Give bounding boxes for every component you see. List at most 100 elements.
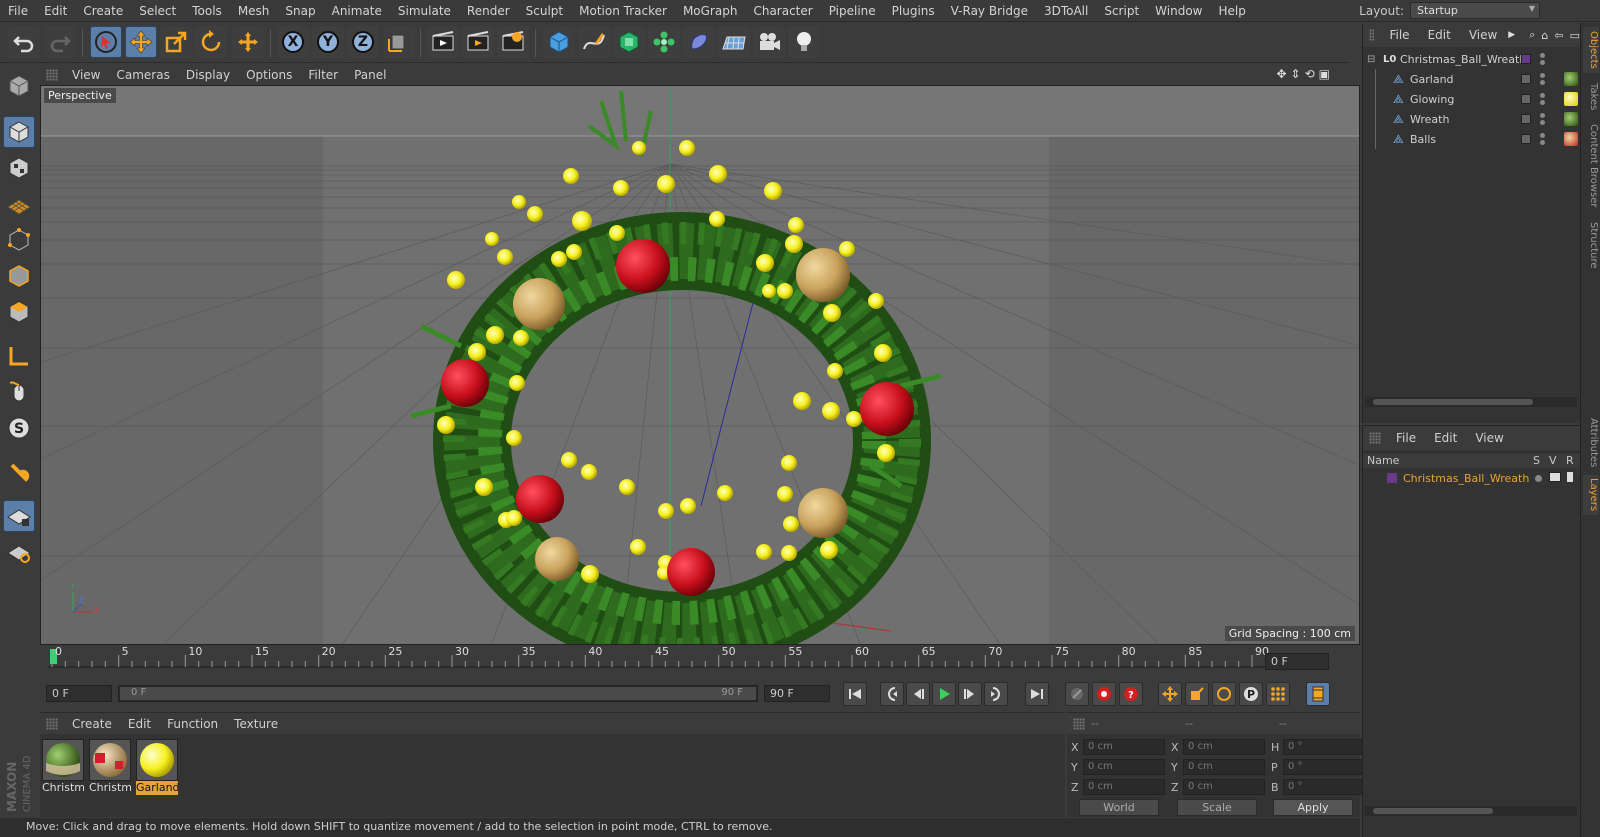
cube-primitive-icon[interactable] xyxy=(543,26,575,58)
menu-script[interactable]: Script xyxy=(1096,4,1147,18)
menu-sculpt[interactable]: Sculpt xyxy=(518,4,571,18)
position-x-field[interactable]: 0 cm xyxy=(1083,739,1165,755)
next-frame-icon[interactable] xyxy=(958,682,982,706)
editor-visibility-dot[interactable] xyxy=(1540,133,1545,138)
render-picture-viewer-icon[interactable] xyxy=(462,26,494,58)
material-swatch-selected[interactable]: Garland xyxy=(136,739,178,795)
menu-animate[interactable]: Animate xyxy=(324,4,390,18)
viewport-menu-options[interactable]: Options xyxy=(238,68,300,82)
record-active-objects-icon[interactable] xyxy=(1092,682,1116,706)
apply-button[interactable]: Apply xyxy=(1273,799,1353,816)
key-parameter-icon[interactable]: P xyxy=(1239,682,1263,706)
tab-takes[interactable]: Takes xyxy=(1583,79,1599,115)
render-visibility-dot[interactable] xyxy=(1540,80,1545,85)
layer-render-toggle[interactable] xyxy=(1567,472,1573,482)
tab-objects[interactable]: Objects xyxy=(1583,27,1599,73)
layer-solo-dot[interactable] xyxy=(1535,475,1542,482)
layout-select[interactable]: Startup xyxy=(1410,2,1540,19)
spline-pen-icon[interactable] xyxy=(578,26,610,58)
model-mode-icon[interactable] xyxy=(3,116,35,148)
enable-snap-icon[interactable] xyxy=(3,456,35,488)
editor-visibility-dot[interactable] xyxy=(1540,73,1545,78)
menu-snap[interactable]: Snap xyxy=(277,4,323,18)
deformer-icon[interactable] xyxy=(683,26,715,58)
recent-tool-icon[interactable] xyxy=(232,26,264,58)
tab-content-browser[interactable]: Content Browser xyxy=(1583,121,1599,211)
layer-menu-view[interactable]: View xyxy=(1466,431,1512,445)
object-row-root[interactable]: ⊟ L0 Christmas_Ball_Wreath xyxy=(1363,49,1581,69)
panel-grip-icon[interactable] xyxy=(1369,432,1381,444)
material-tag-icon[interactable] xyxy=(1564,92,1578,106)
edges-mode-icon[interactable] xyxy=(3,260,35,292)
menu-vray-bridge[interactable]: V-Ray Bridge xyxy=(943,4,1036,18)
play-forward-icon[interactable] xyxy=(932,682,956,706)
collapse-icon[interactable]: ⊟ xyxy=(1367,54,1375,65)
layer-checkbox[interactable] xyxy=(1521,94,1531,104)
y-axis-lock[interactable]: Y xyxy=(312,26,344,58)
make-editable-icon[interactable] xyxy=(3,70,35,102)
tab-structure[interactable]: Structure xyxy=(1583,217,1599,273)
timeline-window-icon[interactable] xyxy=(1306,682,1330,706)
layer-view-toggle[interactable] xyxy=(1549,472,1561,482)
menu-plugins[interactable]: Plugins xyxy=(884,4,943,18)
scrollbar-thumb[interactable] xyxy=(1373,399,1533,405)
light-icon[interactable] xyxy=(788,26,820,58)
go-to-start-icon[interactable] xyxy=(843,682,867,706)
locked-workplane-icon[interactable] xyxy=(3,500,35,532)
layer-menu-file[interactable]: File xyxy=(1387,431,1425,445)
3d-viewport[interactable]: Perspective Grid Spacing : 100 cm Y Z X xyxy=(40,85,1360,645)
rotate-view-icon[interactable]: ⟲ xyxy=(1305,67,1315,81)
render-view-icon[interactable] xyxy=(427,26,459,58)
layer-name-column[interactable]: Name xyxy=(1367,454,1399,467)
live-select-icon[interactable] xyxy=(90,26,122,58)
layer-render-column[interactable]: R xyxy=(1566,454,1574,467)
material-menu-edit[interactable]: Edit xyxy=(120,717,159,731)
zoom-view-icon[interactable]: ⇕ xyxy=(1291,67,1301,81)
camera-label[interactable]: Perspective xyxy=(44,88,116,103)
texture-mode-icon[interactable] xyxy=(3,152,35,184)
floor-icon[interactable] xyxy=(718,26,750,58)
object-row-glowing[interactable]: ⟁ Glowing xyxy=(1363,89,1581,109)
redo-icon[interactable] xyxy=(44,26,76,58)
tab-attributes[interactable]: Attributes xyxy=(1583,415,1599,471)
viewport-menu-cameras[interactable]: Cameras xyxy=(108,68,177,82)
search-icon[interactable]: ⌕ xyxy=(1529,28,1535,42)
material-tag-icon[interactable] xyxy=(1564,72,1578,86)
menu-select[interactable]: Select xyxy=(131,4,184,18)
size-z-field[interactable]: 0 cm xyxy=(1183,779,1265,795)
tab-layers[interactable]: Layers xyxy=(1583,475,1599,515)
viewport-menu-display[interactable]: Display xyxy=(178,68,238,82)
menu-motion-tracker[interactable]: Motion Tracker xyxy=(571,4,675,18)
previous-frame-icon[interactable] xyxy=(906,682,930,706)
menu-simulate[interactable]: Simulate xyxy=(390,4,459,18)
new-window-icon[interactable]: ▭ xyxy=(1570,29,1580,42)
key-scale-icon[interactable] xyxy=(1185,682,1209,706)
render-visibility-dot[interactable] xyxy=(1540,140,1545,145)
scale-icon[interactable] xyxy=(160,26,192,58)
object-menu-edit[interactable]: Edit xyxy=(1419,28,1460,42)
move-icon[interactable] xyxy=(125,26,157,58)
size-y-field[interactable]: 0 cm xyxy=(1183,759,1265,775)
material-menu-function[interactable]: Function xyxy=(159,717,226,731)
key-position-icon[interactable] xyxy=(1158,682,1182,706)
object-row-garland[interactable]: ⟁ Garland xyxy=(1363,69,1581,149)
layer-checkbox[interactable] xyxy=(1521,114,1531,124)
menu-3dtoall[interactable]: 3DToAll xyxy=(1036,4,1096,18)
timeline-ruler[interactable]: 0 5 10 15 20 25 30 35 40 45 50 55 60 65 70 75 80 85 90 0 F xyxy=(40,645,1360,677)
coordinate-mode-select[interactable]: World xyxy=(1079,799,1159,816)
menu-pipeline[interactable]: Pipeline xyxy=(821,4,884,18)
menu-create[interactable]: Create xyxy=(75,4,131,18)
layer-scrollbar[interactable] xyxy=(1365,806,1577,816)
render-visibility-dot[interactable] xyxy=(1540,60,1545,65)
rotate-icon[interactable] xyxy=(195,26,227,58)
material-menu-texture[interactable]: Texture xyxy=(226,717,286,731)
autokeying-icon[interactable]: ? xyxy=(1119,682,1143,706)
material-tag-icon[interactable] xyxy=(1564,112,1578,126)
menu-arrow-icon[interactable]: ▶ xyxy=(1508,30,1515,40)
size-x-field[interactable]: 0 cm xyxy=(1183,739,1265,755)
material-menu-create[interactable]: Create xyxy=(64,717,120,731)
rotation-b-field[interactable]: 0 ° xyxy=(1283,779,1365,795)
render-visibility-dot[interactable] xyxy=(1540,100,1545,105)
home-icon[interactable]: ⌂ xyxy=(1541,29,1548,42)
polygons-mode-icon[interactable] xyxy=(3,296,35,328)
